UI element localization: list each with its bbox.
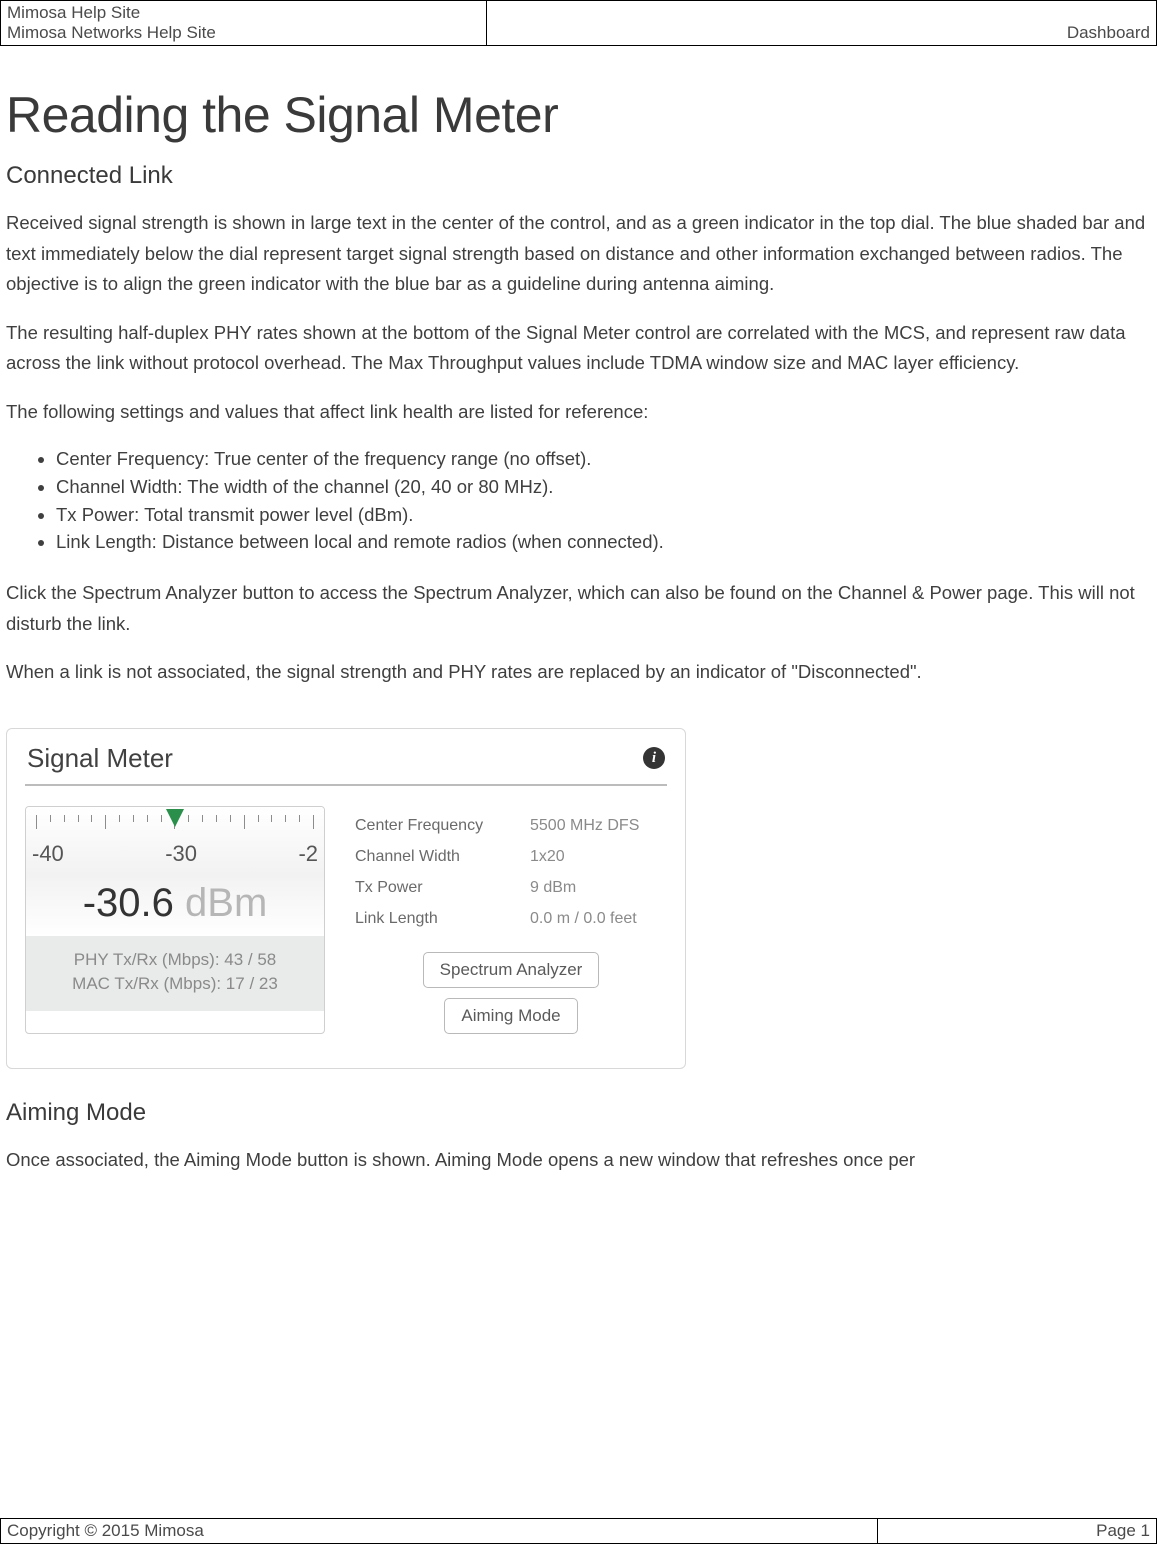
info-icon[interactable]: i [643, 747, 665, 769]
kv-center-frequency: Center Frequency 5500 MHz DFS [355, 810, 667, 841]
spectrum-analyzer-button[interactable]: Spectrum Analyzer [423, 952, 600, 988]
ruler-label-center: -30 [165, 841, 197, 867]
button-stack: Spectrum Analyzer Aiming Mode [355, 952, 667, 1034]
ruler-label-left: -40 [32, 841, 64, 867]
card-header: Signal Meter i [25, 729, 667, 786]
paragraph-1: Received signal strength is shown in lar… [6, 208, 1151, 300]
paragraph-6: Once associated, the Aiming Mode button … [6, 1145, 1151, 1176]
header-left-cell: Mimosa Help Site Mimosa Networks Help Si… [1, 1, 487, 46]
mac-line: MAC Tx/Rx (Mbps): 17 / 23 [26, 972, 324, 997]
signal-pointer-icon [166, 809, 184, 827]
site-title-line2: Mimosa Networks Help Site [7, 23, 480, 43]
phy-line: PHY Tx/Rx (Mbps): 43 / 58 [26, 948, 324, 973]
aiming-mode-button[interactable]: Aiming Mode [444, 998, 577, 1034]
signal-meter-card: Signal Meter i -40 -30 [6, 728, 686, 1070]
page-title: Reading the Signal Meter [6, 86, 1151, 144]
kv-value: 9 dBm [530, 872, 667, 903]
card-title: Signal Meter [27, 743, 173, 774]
kv-label: Link Length [355, 903, 530, 934]
breadcrumb: Dashboard [1067, 23, 1150, 42]
list-item: Center Frequency: True center of the fre… [56, 445, 1151, 473]
reference-list: Center Frequency: True center of the fre… [56, 445, 1151, 556]
link-details: Center Frequency 5500 MHz DFS Channel Wi… [355, 806, 667, 1035]
list-item: Link Length: Distance between local and … [56, 528, 1151, 556]
kv-label: Channel Width [355, 841, 530, 872]
kv-value: 1x20 [530, 841, 667, 872]
ruler-area: -40 -30 -2 [26, 807, 324, 875]
list-item: Tx Power: Total transmit power level (dB… [56, 501, 1151, 529]
ruler-labels: -40 -30 -2 [26, 841, 324, 867]
ruler-label-right: -2 [298, 841, 318, 867]
kv-label: Center Frequency [355, 810, 530, 841]
page-footer: Copyright © 2015 Mimosa Page 1 [0, 1518, 1157, 1544]
kv-label: Tx Power [355, 872, 530, 903]
footer-copyright: Copyright © 2015 Mimosa [1, 1519, 878, 1544]
aiming-mode-heading: Aiming Mode [6, 1099, 1151, 1127]
site-title-line1: Mimosa Help Site [7, 3, 480, 23]
paragraph-2: The resulting half-duplex PHY rates show… [6, 318, 1151, 379]
kv-value: 5500 MHz DFS [530, 810, 667, 841]
dbm-unit: dBm [174, 881, 267, 925]
header-right-cell: Dashboard [486, 1, 1156, 46]
connected-link-heading: Connected Link [6, 162, 1151, 190]
paragraph-5: When a link is not associated, the signa… [6, 657, 1151, 688]
signal-dial: -40 -30 -2 -30.6 dBm PHY Tx/Rx (Mbps): 4… [25, 806, 325, 1035]
phy-mac-block: PHY Tx/Rx (Mbps): 43 / 58 MAC Tx/Rx (Mbp… [26, 936, 324, 1011]
kv-link-length: Link Length 0.0 m / 0.0 feet [355, 903, 667, 934]
kv-value: 0.0 m / 0.0 feet [530, 903, 667, 934]
card-body: -40 -30 -2 -30.6 dBm PHY Tx/Rx (Mbps): 4… [25, 786, 667, 1035]
main-content: Reading the Signal Meter Connected Link … [0, 86, 1157, 1176]
paragraph-3: The following settings and values that a… [6, 397, 1151, 428]
kv-tx-power: Tx Power 9 dBm [355, 872, 667, 903]
footer-page-number: Page 1 [877, 1519, 1157, 1544]
dbm-readout: -30.6 dBm [26, 875, 324, 936]
page-header: Mimosa Help Site Mimosa Networks Help Si… [0, 0, 1157, 46]
paragraph-4: Click the Spectrum Analyzer button to ac… [6, 578, 1151, 639]
dbm-value: -30.6 [83, 881, 174, 925]
kv-channel-width: Channel Width 1x20 [355, 841, 667, 872]
list-item: Channel Width: The width of the channel … [56, 473, 1151, 501]
